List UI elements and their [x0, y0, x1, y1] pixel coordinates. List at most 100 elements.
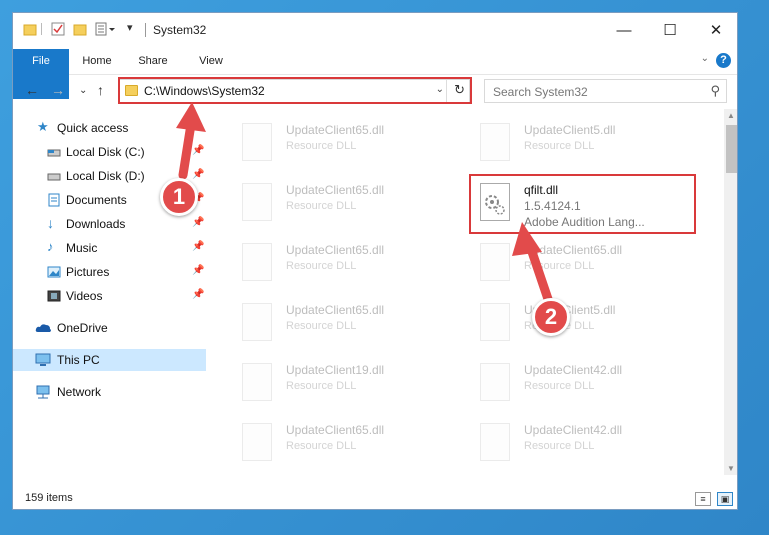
close-button[interactable]: ✕ — [693, 13, 737, 47]
search-icon[interactable]: ⚲ — [710, 83, 720, 99]
dll-file-icon — [480, 423, 510, 461]
sidebar-item-label: Quick access — [57, 121, 129, 135]
list-item[interactable]: UpdateClient65.dll Resource DLL — [228, 235, 428, 285]
pin-icon: 📌 — [192, 289, 205, 300]
window-title: System32 — [153, 23, 207, 37]
view-options-icon[interactable] — [95, 22, 117, 38]
sidebar-item-label: Pictures — [66, 265, 110, 279]
pin-icon: 📌 — [192, 241, 205, 252]
pin-icon: 📌 — [192, 265, 205, 276]
download-icon: ↓ — [47, 215, 54, 231]
customize-toolbar-icon[interactable]: ▾ — [127, 21, 133, 37]
sidebar-item-label: Music — [66, 241, 98, 255]
list-item[interactable]: UpdateClient65.dll Resource DLL — [228, 175, 428, 225]
file-description: Resource DLL — [524, 260, 595, 272]
file-name: UpdateClient65.dll — [286, 423, 385, 437]
scroll-down-icon[interactable]: ▼ — [727, 464, 735, 473]
dll-file-icon — [242, 123, 272, 161]
navigation-bar: ← → ⌄ ↑ C:\Windows\System32 ⌄ ↻ Search S… — [13, 75, 737, 107]
file-name: UpdateClient65.dll — [286, 123, 385, 137]
dll-file-icon — [242, 303, 272, 341]
up-arrow-icon[interactable]: ↑ — [97, 82, 104, 98]
navigation-pane: ★ Quick access Local Disk (C:) 📌 Local D… — [13, 113, 206, 473]
recent-locations-icon[interactable]: ⌄ — [79, 85, 87, 96]
file-description: Resource DLL — [524, 140, 595, 152]
network-icon — [35, 385, 50, 399]
list-item[interactable]: UpdateClient65.dll Resource DLL — [228, 295, 428, 345]
maximize-button[interactable]: ☐ — [647, 13, 693, 47]
status-bar: 159 items ≡ ▣ — [13, 487, 737, 509]
back-arrow-icon[interactable]: ← — [25, 82, 39, 98]
file-name: UpdateClient65.dll — [286, 303, 385, 317]
quick-access-divider — [41, 23, 42, 35]
pictures-icon — [47, 265, 61, 279]
dll-file-icon — [242, 363, 272, 401]
dll-file-icon — [242, 243, 272, 281]
sidebar-item-local-disk-c[interactable]: Local Disk (C:) 📌 — [13, 141, 206, 163]
file-description: Resource DLL — [286, 260, 357, 272]
large-icons-view-icon[interactable]: ▣ — [717, 492, 733, 506]
sidebar-item-videos[interactable]: Videos 📌 — [13, 285, 206, 307]
step-badge-1: 1 — [160, 178, 198, 216]
properties-icon[interactable] — [51, 22, 65, 38]
ribbon-tabs: File Home Share View ⌄ ? — [13, 49, 737, 99]
file-description: Resource DLL — [286, 200, 357, 212]
address-highlight-box — [118, 77, 472, 104]
pin-icon: 📌 — [192, 217, 205, 228]
videos-icon — [47, 289, 61, 303]
file-description: Resource DLL — [524, 380, 595, 392]
sidebar-item-label: Local Disk (C:) — [66, 145, 145, 159]
file-description: Resource DLL — [286, 380, 357, 392]
pin-icon: 📌 — [192, 145, 205, 156]
search-input[interactable]: Search System32 — [493, 85, 588, 99]
file-description: Resource DLL — [524, 440, 595, 452]
dll-file-icon — [480, 123, 510, 161]
dll-file-icon — [480, 303, 510, 341]
file-name: UpdateClient42.dll — [524, 423, 623, 437]
tab-view[interactable]: View — [191, 49, 231, 73]
drive-icon — [47, 169, 61, 183]
sidebar-item-network[interactable]: Network — [13, 381, 206, 403]
sidebar-item-quick-access[interactable]: ★ Quick access — [13, 117, 206, 139]
file-description: Resource DLL — [286, 320, 357, 332]
sidebar-item-downloads[interactable]: ↓ Downloads 📌 — [13, 213, 206, 235]
item-count: 159 items — [25, 492, 73, 504]
drive-icon — [47, 145, 61, 159]
list-item[interactable]: UpdateClient19.dll Resource DLL — [228, 355, 428, 405]
search-box[interactable]: Search System32 ⚲ — [484, 79, 727, 103]
forward-arrow-icon[interactable]: → — [51, 82, 65, 98]
sidebar-item-label: Network — [57, 385, 102, 399]
dll-file-icon — [480, 243, 510, 281]
sidebar-item-onedrive[interactable]: OneDrive — [13, 317, 206, 339]
scroll-thumb[interactable] — [726, 125, 737, 173]
list-item[interactable]: UpdateClient42.dll Resource DLL — [466, 415, 666, 465]
details-view-icon[interactable]: ≡ — [695, 492, 711, 506]
dll-file-icon — [242, 423, 272, 461]
expand-ribbon-icon[interactable]: ⌄ — [701, 53, 709, 64]
computer-icon — [35, 353, 51, 367]
file-list: UpdateClient65.dll Resource DLL UpdateCl… — [218, 109, 723, 479]
sidebar-item-label: OneDrive — [57, 321, 108, 335]
list-item[interactable]: UpdateClient5.dll Resource DLL — [466, 115, 666, 165]
scroll-up-icon[interactable]: ▲ — [727, 111, 735, 120]
minimize-button[interactable]: — — [601, 13, 647, 47]
vertical-scrollbar[interactable]: ▲ ▼ — [724, 109, 737, 475]
new-folder-icon[interactable] — [73, 22, 87, 38]
sidebar-item-this-pc[interactable]: This PC — [13, 349, 206, 371]
sidebar-item-label: Downloads — [66, 217, 126, 231]
sidebar-item-music[interactable]: ♪ Music 📌 — [13, 237, 206, 259]
tab-share[interactable]: Share — [133, 49, 173, 73]
list-item[interactable]: UpdateClient65.dll Resource DLL — [466, 235, 666, 285]
cloud-icon — [35, 321, 51, 335]
tab-home[interactable]: Home — [77, 49, 117, 73]
file-description: Resource DLL — [286, 140, 357, 152]
list-item[interactable]: UpdateClient65.dll Resource DLL — [228, 115, 428, 165]
title-divider — [145, 23, 146, 37]
sidebar-item-pictures[interactable]: Pictures 📌 — [13, 261, 206, 283]
folder-icon[interactable] — [23, 22, 37, 38]
help-icon[interactable]: ? — [716, 53, 731, 68]
list-item[interactable]: UpdateClient65.dll Resource DLL — [228, 415, 428, 465]
list-item[interactable]: UpdateClient42.dll Resource DLL — [466, 355, 666, 405]
file-name: UpdateClient5.dll — [524, 123, 616, 137]
file-name: UpdateClient65.dll — [286, 183, 385, 197]
